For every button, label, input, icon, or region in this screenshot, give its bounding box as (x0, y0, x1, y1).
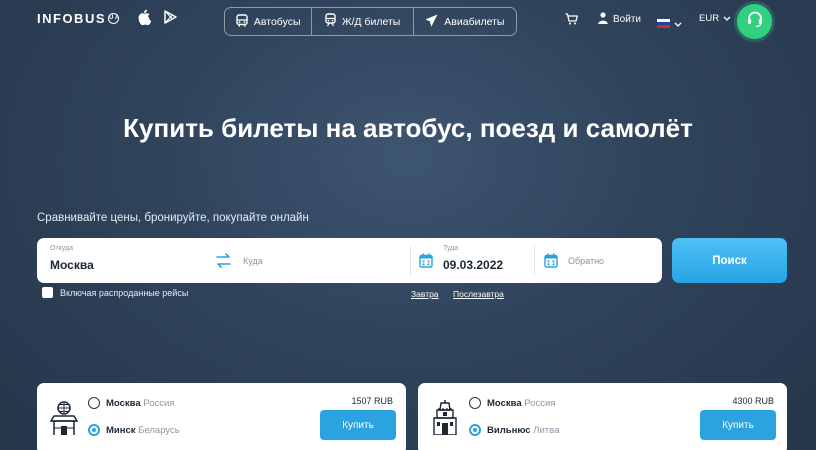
to-city: Вильнюс Литва (487, 425, 559, 436)
apple-icon[interactable] (138, 9, 152, 30)
train-icon (325, 13, 336, 30)
tab-bus[interactable]: Автобусы (225, 8, 313, 35)
return-placeholder: Обратно (568, 256, 605, 266)
route-card: Москва Россия Вильнюс Литва 4300 RUB Куп… (418, 383, 787, 450)
tab-bus-label: Автобусы (253, 15, 301, 28)
currency-selector[interactable]: EUR (699, 13, 731, 24)
buy-button[interactable]: Купить (320, 410, 396, 440)
russia-flag-icon (657, 18, 670, 28)
from-label: Откуда (50, 245, 74, 252)
tab-air-label: Авиабилеты (444, 15, 505, 28)
to-city: Минск Беларусь (106, 425, 180, 436)
calendar-icon (419, 253, 433, 273)
support-button[interactable] (737, 4, 772, 39)
divider (410, 246, 411, 275)
hero-subtitle: Сравнивайте цены, бронируйте, покупайте … (37, 212, 309, 224)
headset-icon (746, 10, 764, 33)
cart-icon[interactable] (565, 12, 578, 30)
from-city-name: Москва (106, 398, 141, 409)
transport-tabs: Автобусы Ж/Д билеты Авиабилеты (224, 7, 517, 36)
currency-label: EUR (699, 13, 720, 24)
plane-icon (425, 14, 438, 30)
tab-rail[interactable]: Ж/Д билеты (312, 8, 414, 35)
divider (534, 246, 535, 275)
from-city: Москва Россия (487, 398, 555, 409)
buy-button[interactable]: Купить (700, 410, 776, 440)
from-radio[interactable] (469, 397, 481, 409)
from-city-name: Москва (487, 398, 522, 409)
chevron-down-icon (674, 14, 682, 32)
swap-icon[interactable] (214, 251, 233, 275)
to-country: Беларусь (138, 425, 180, 436)
login-label: Войти (613, 14, 641, 25)
logo-text: INFOBUS (37, 11, 106, 26)
to-city-name: Вильнюс (487, 425, 531, 436)
day-after-tomorrow-link[interactable]: Послезавтра (453, 289, 504, 299)
to-country: Литва (533, 425, 560, 436)
tower-landmark-icon (430, 397, 460, 440)
chevron-down-icon (723, 13, 731, 24)
kremlin-landmark-icon (49, 397, 79, 440)
page-title: Купить билеты на автобус, поезд и самолё… (123, 113, 693, 143)
checkbox[interactable] (42, 287, 53, 298)
from-city: Москва Россия (106, 398, 174, 409)
to-placeholder: Куда (243, 256, 263, 266)
login-button[interactable]: Войти (598, 12, 641, 27)
sold-out-checkbox[interactable]: Включая распроданные рейсы (42, 287, 188, 298)
calendar-icon (544, 253, 558, 273)
search-button[interactable]: Поиск (672, 238, 787, 283)
price: 4300 RUB (732, 396, 774, 406)
from-radio[interactable] (88, 397, 100, 409)
to-radio[interactable] (88, 424, 100, 436)
from-value: Москва (50, 258, 94, 272)
tab-rail-label: Ж/Д билеты (341, 15, 401, 28)
search-form: Откуда Москва Куда Туда 09.03.2022 Обрат… (37, 238, 662, 283)
google-play-icon[interactable] (164, 10, 177, 29)
tomorrow-link[interactable]: Завтра (411, 289, 439, 299)
logo[interactable]: INFOBUS UA (37, 11, 119, 26)
logo-badge: UA (108, 13, 119, 24)
to-city-name: Минск (106, 425, 136, 436)
from-country: Россия (143, 398, 175, 409)
price: 1507 RUB (351, 396, 393, 406)
date-value: 09.03.2022 (443, 258, 504, 272)
bus-icon (236, 13, 248, 30)
date-label: Туда (443, 245, 459, 252)
route-card: Москва Россия Минск Беларусь 1507 RUB Ку… (37, 383, 406, 450)
from-country: Россия (524, 398, 556, 409)
user-icon (598, 12, 608, 27)
tab-air[interactable]: Авиабилеты (414, 8, 516, 35)
header: INFOBUS UA Автобусы Ж/Д билеты Авиабилет… (0, 0, 816, 44)
sold-out-label: Включая распроданные рейсы (60, 287, 189, 298)
to-radio[interactable] (469, 424, 481, 436)
language-selector[interactable] (657, 14, 682, 32)
